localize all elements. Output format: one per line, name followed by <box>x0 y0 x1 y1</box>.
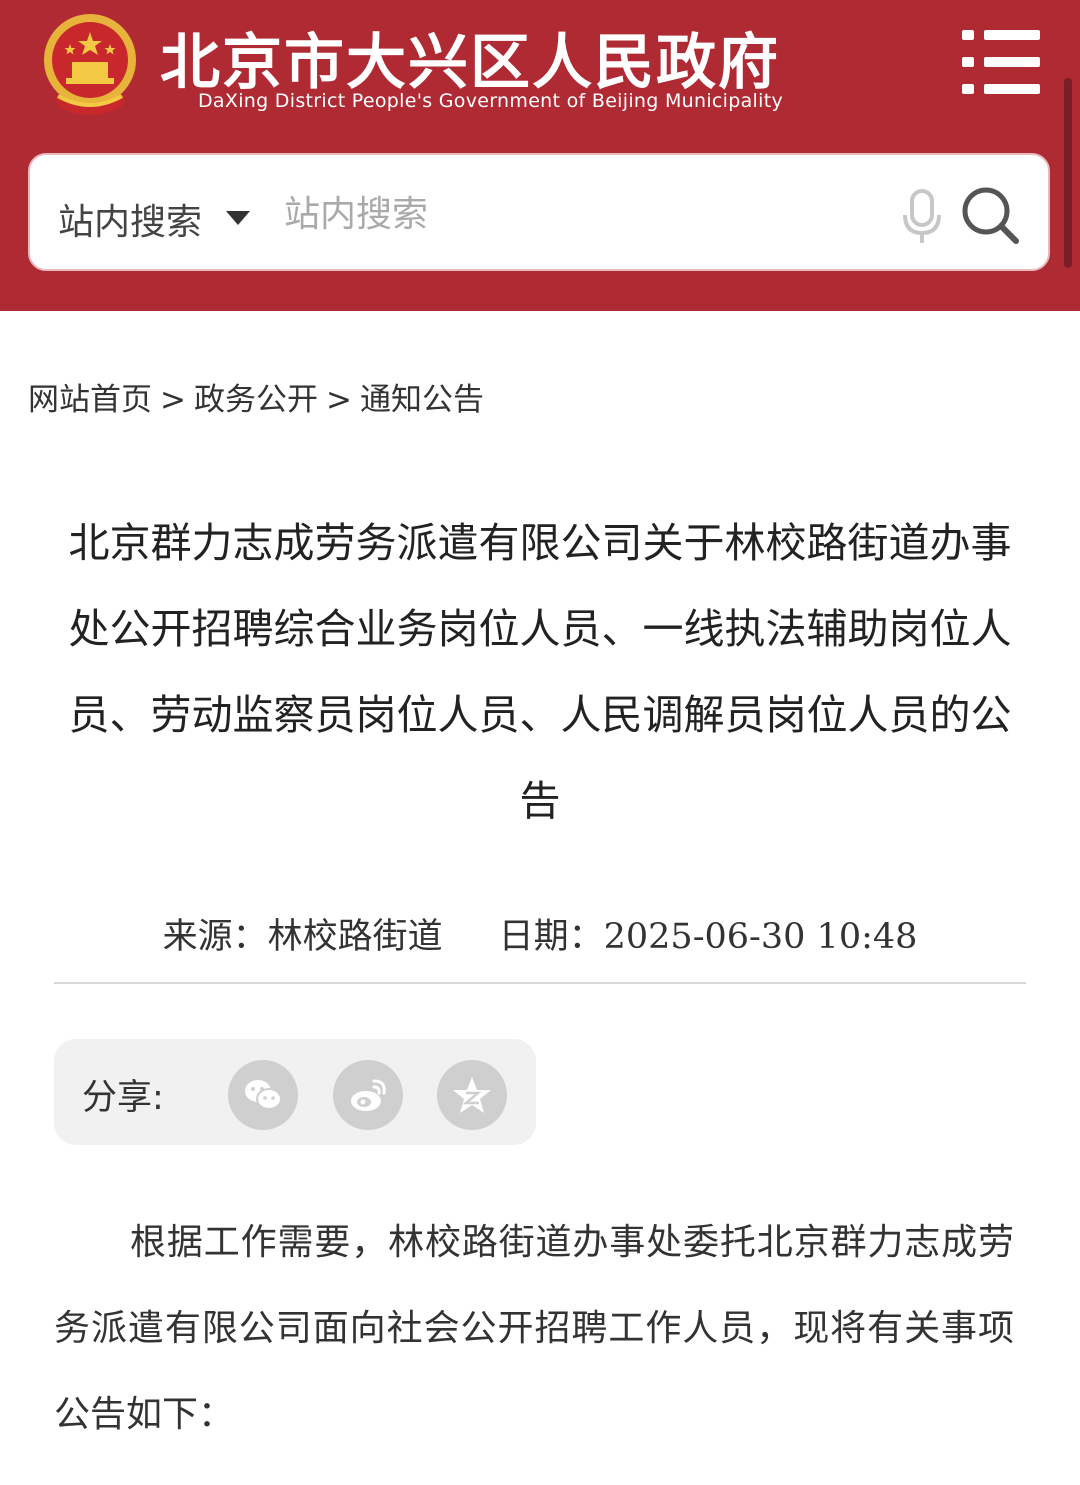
site-header: 北京市大兴区人民政府 DaXing District People's Gove… <box>0 0 1080 311</box>
national-emblem-icon[interactable] <box>36 10 144 122</box>
source-label: 来源： <box>162 917 268 957</box>
breadcrumb-notices[interactable]: 通知公告 <box>360 382 484 418</box>
breadcrumb-government-affairs[interactable]: 政务公开 <box>194 382 318 418</box>
breadcrumb-separator: > <box>160 382 186 418</box>
divider <box>54 982 1026 984</box>
microphone-icon[interactable] <box>902 189 942 245</box>
qzone-icon <box>453 1077 491 1113</box>
search-input[interactable] <box>282 185 886 243</box>
search-bar: 站内搜索 <box>28 153 1050 271</box>
site-title: 北京市大兴区人民政府 <box>160 28 780 98</box>
article-title: 北京群力志成劳务派遣有限公司关于林校路街道办事处公开招聘综合业务岗位人员、一线执… <box>68 519 1012 825</box>
site-subtitle-english: DaXing District People's Government of B… <box>198 90 783 112</box>
share-label: 分享: <box>82 1078 164 1118</box>
breadcrumb-home[interactable]: 网站首页 <box>28 382 152 418</box>
article-meta: 来源：林校路街道 日期：2025-06-30 10:48 <box>0 908 1080 959</box>
share-wechat-button[interactable] <box>228 1060 298 1130</box>
breadcrumb-separator: > <box>325 382 352 418</box>
share-weibo-button[interactable] <box>333 1060 403 1130</box>
date-value: 2025-06-30 10:48 <box>603 917 918 957</box>
article-body-paragraph: 根据工作需要，林校路街道办事处委托北京群力志成劳务派遣有限公司面向社会公开招聘工… <box>54 1222 1014 1435</box>
menu-list-icon[interactable] <box>960 28 1042 96</box>
scrollbar-thumb[interactable] <box>1064 78 1072 268</box>
weibo-icon <box>351 1079 386 1111</box>
date-label: 日期： <box>498 917 604 957</box>
share-qzone-button[interactable] <box>437 1060 507 1130</box>
source-value: 林校路街道 <box>267 917 443 957</box>
search-scope-select[interactable]: 站内搜索 <box>58 193 202 245</box>
wechat-icon <box>245 1080 282 1110</box>
breadcrumb: 网站首页 > 政务公开 > 通知公告 <box>28 374 484 419</box>
search-icon[interactable] <box>960 185 1020 245</box>
chevron-down-icon[interactable] <box>226 211 250 225</box>
share-bar: 分享: <box>54 1039 536 1145</box>
